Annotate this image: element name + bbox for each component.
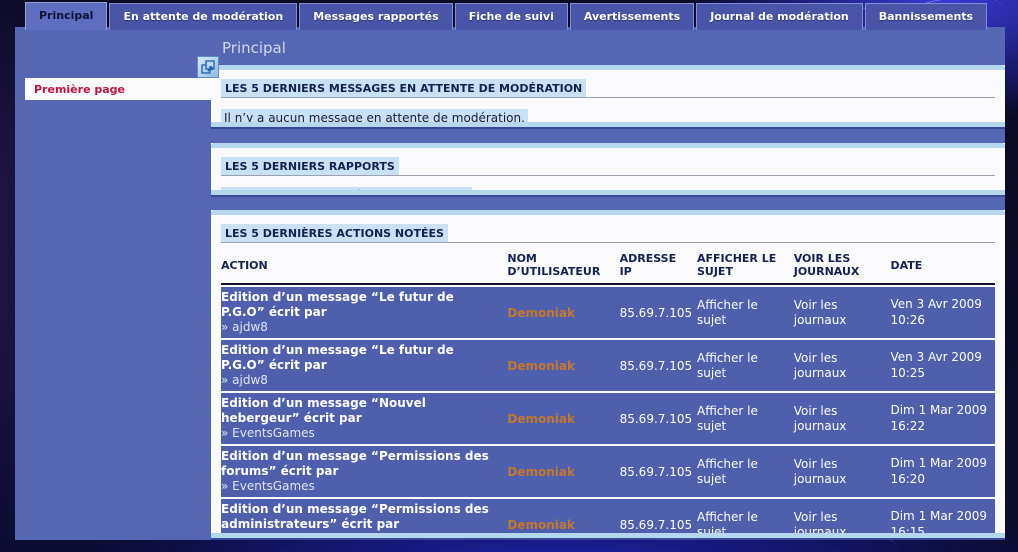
page-title: Principal [222,39,286,57]
actions-table: ACTION NOM D’UTILISATEUR ADRESSE IP AFFI… [221,247,995,540]
show-topic-link[interactable]: Afficher le sujet [697,403,794,435]
tab-messages-rapport-s[interactable]: Messages rapportés [299,3,452,30]
view-logs-link[interactable]: Voir les journaux [794,297,891,329]
ip-address: 85.69.7.105 [620,464,697,480]
show-topic-link[interactable]: Afficher le sujet [697,456,794,488]
panel-reports-heading: LES 5 DERNIERS RAPPORTS [221,155,995,176]
ip-address: 85.69.7.105 [620,358,697,374]
tab-principal[interactable]: Principal [25,2,107,30]
panel-reports-title: LES 5 DERNIERS RAPPORTS [221,157,399,175]
panel-pending-heading: LES 5 DERNIERS MESSAGES EN ATTENTE DE MO… [221,77,995,98]
action-date: Ven 3 Avr 2009 10:25 [890,349,994,382]
action-date: Ven 3 Avr 2009 10:26 [890,296,994,329]
table-row: Edition d’un message “Permissions des fo… [221,446,995,497]
target-user-link[interactable]: » EventsGames [221,426,315,440]
target-user-link[interactable]: » EventsGames [221,479,315,493]
username-link[interactable]: Demoniak [507,464,619,480]
ip-address: 85.69.7.105 [620,305,697,321]
column-header-logs: VOIR LES JOURNAUX [794,248,891,282]
resize-panel-button[interactable] [197,56,219,78]
panel-reports: LES 5 DERNIERS RAPPORTS Il n’y a aucun r… [211,143,1005,197]
panel-pending-title: LES 5 DERNIERS MESSAGES EN ATTENTE DE MO… [221,79,586,97]
column-header-date: DATE [890,255,994,276]
table-row: Edition d’un message “Le futur de P.G.O”… [221,340,995,391]
view-logs-link[interactable]: Voir les journaux [794,456,891,488]
tab-fiche-de-suivi[interactable]: Fiche de suivi [455,3,568,30]
action-cell: Edition d’un message “Le futur de P.G.O”… [221,342,507,389]
ip-address: 85.69.7.105 [620,517,697,533]
column-header-ip: ADRESSE IP [620,248,697,282]
moderation-panel: Principal Première page LES 5 DERNIERS M… [15,27,1005,540]
tab-bannissements[interactable]: Bannissements [865,3,987,30]
panel-pending-messages: LES 5 DERNIERS MESSAGES EN ATTENTE DE MO… [211,65,1005,129]
panel-actions-title: LES 5 DERNIÈRES ACTIONS NOTÉES [221,224,448,242]
panel-bottom-strip [211,190,1005,195]
username-link[interactable]: Demoniak [507,358,619,374]
target-user-link[interactable]: » ajdw8 [221,320,268,334]
tab-en-attente-de-mod-ration[interactable]: En attente de modération [109,3,297,30]
column-header-username: NOM D’UTILISATEUR [507,248,619,282]
panel-actions-heading: LES 5 DERNIÈRES ACTIONS NOTÉES [221,222,995,243]
action-cell: Edition d’un message “Permissions des fo… [221,448,507,495]
view-logs-link[interactable]: Voir les journaux [794,403,891,435]
username-link[interactable]: Demoniak [507,305,619,321]
actions-table-header: ACTION NOM D’UTILISATEUR ADRESSE IP AFFI… [221,247,995,285]
panel-logged-actions: LES 5 DERNIÈRES ACTIONS NOTÉES ACTION NO… [211,210,1005,540]
show-topic-link[interactable]: Afficher le sujet [697,350,794,382]
action-date: Dim 1 Mar 2009 16:22 [890,402,994,435]
ip-address: 85.69.7.105 [620,411,697,427]
expand-arrow-icon [200,59,216,75]
column-header-topic: AFFICHER LE SUJET [697,248,794,282]
action-cell: Edition d’un message “Nouvel hebergeur” … [221,395,507,442]
table-row: Edition d’un message “Nouvel hebergeur” … [221,393,995,444]
username-link[interactable]: Demoniak [507,517,619,533]
view-logs-link[interactable]: Voir les journaux [794,350,891,382]
show-topic-link[interactable]: Afficher le sujet [697,297,794,329]
actions-table-body: Edition d’un message “Le futur de P.G.O”… [221,287,995,540]
tab-avertissements[interactable]: Avertissements [570,3,694,30]
action-cell: Edition d’un message “Le futur de P.G.O”… [221,289,507,336]
target-user-link[interactable]: » ajdw8 [221,373,268,387]
moderation-tabbar: PrincipalEn attente de modérationMessage… [25,3,987,30]
main-content: LES 5 DERNIERS MESSAGES EN ATTENTE DE MO… [211,65,1005,540]
table-row: Edition d’un message “Le futur de P.G.O”… [221,287,995,338]
sidebar-item-premiere-page[interactable]: Première page [25,83,125,96]
username-link[interactable]: Demoniak [507,411,619,427]
column-header-action: ACTION [221,255,507,276]
panel-bottom-strip [211,533,1005,538]
action-date: Dim 1 Mar 2009 16:20 [890,455,994,488]
panel-bottom-strip [211,122,1005,127]
sidebar: Première page [25,78,211,100]
tab-journal-de-mod-ration[interactable]: Journal de modération [696,3,863,30]
